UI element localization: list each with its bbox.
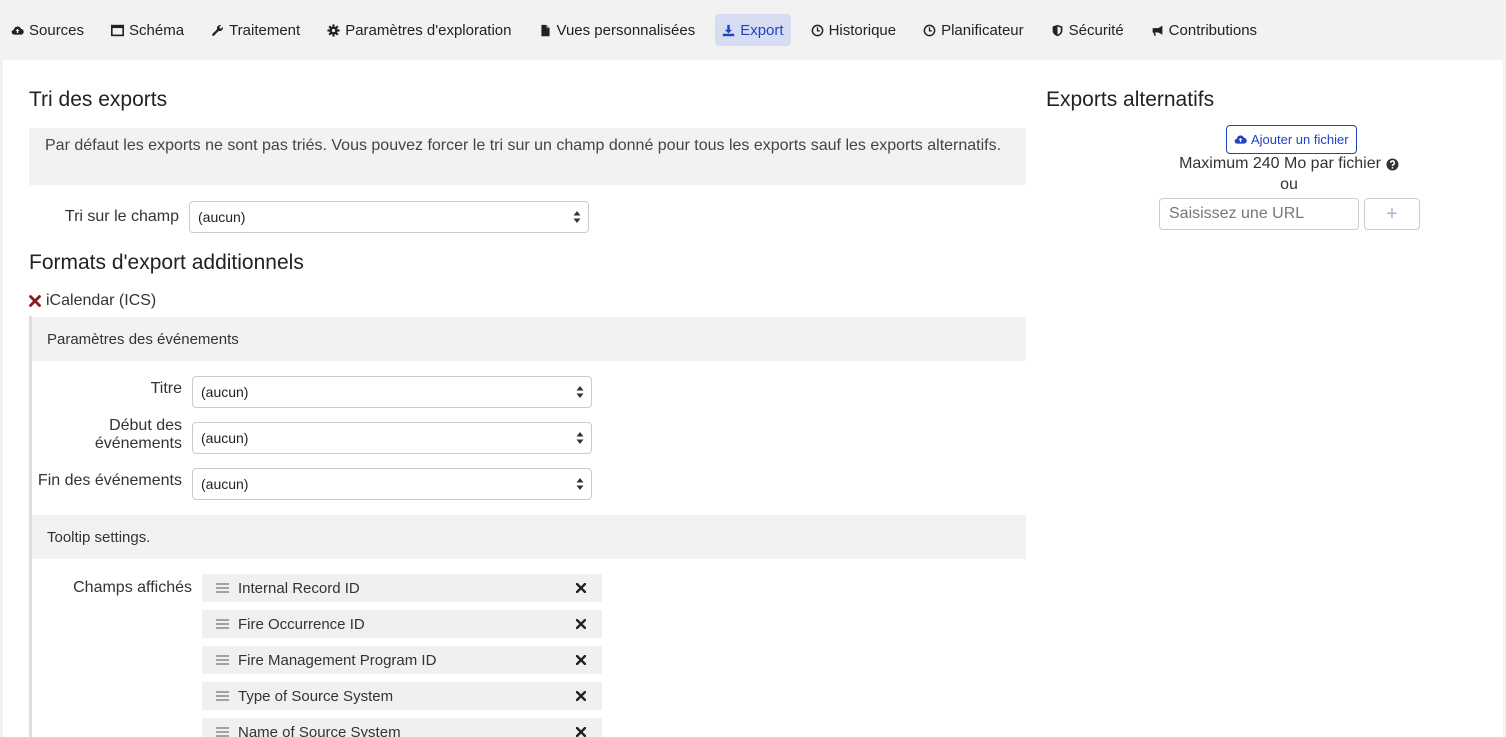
tab-label: Sources <box>29 21 85 39</box>
displayed-field-chip[interactable]: Fire Occurrence ID <box>202 610 602 638</box>
max-size-line: Maximum 240 Mo par fichier <box>1046 155 1503 173</box>
remove-format-icon[interactable] <box>29 295 41 307</box>
events-settings-header: Paramètres des événements <box>32 317 1026 361</box>
tab-sources[interactable]: Sources <box>4 14 91 46</box>
event-end-row: Fin des événements (aucun) <box>32 468 592 500</box>
event-end-select[interactable]: (aucun) <box>192 468 592 500</box>
title-field-row: Titre (aucun) <box>32 376 592 408</box>
select-value: (aucun) <box>201 384 249 400</box>
remove-field-icon[interactable] <box>576 691 586 701</box>
event-start-row: Début des événements (aucun) <box>32 417 592 454</box>
tab-label: Schéma <box>129 21 185 39</box>
event-start-label: Début des événements <box>94 417 182 452</box>
format-item: iCalendar (ICS) <box>29 292 156 310</box>
sort-field-select[interactable]: (aucun) <box>189 201 589 233</box>
sort-info-box: Par défaut les exports ne sont pas triés… <box>29 128 1026 185</box>
tab-label: Traitement <box>229 21 301 39</box>
tab-label: Contributions <box>1168 21 1258 39</box>
chip-label: Fire Management Program ID <box>238 651 437 669</box>
tab-label: Export <box>740 21 784 39</box>
shield-icon <box>1052 24 1063 36</box>
clock-icon <box>923 24 936 36</box>
tab-contributions[interactable]: Contributions <box>1144 14 1264 46</box>
displayed-field-chip[interactable]: Internal Record ID <box>202 574 602 602</box>
file-icon <box>540 24 550 36</box>
select-arrows-icon <box>576 432 584 444</box>
displayed-field-chip[interactable]: Type of Source System <box>202 682 602 710</box>
add-url-button[interactable]: + <box>1364 198 1420 230</box>
window-icon <box>111 24 125 36</box>
tab-vues-personnalisees[interactable]: Vues personnalisées <box>532 14 703 46</box>
event-start-select[interactable]: (aucun) <box>192 422 592 454</box>
tab-traitement[interactable]: Traitement <box>204 14 307 46</box>
tab-historique[interactable]: Historique <box>804 14 904 46</box>
or-text: ou <box>1280 176 1298 193</box>
title-field-select[interactable]: (aucun) <box>192 376 592 408</box>
add-file-label: Ajouter un fichier <box>1251 132 1349 147</box>
select-arrows-icon <box>576 386 584 398</box>
main-panel: Tri des exports Par défaut les exports n… <box>3 60 1503 737</box>
chip-label: Type of Source System <box>238 687 394 705</box>
drag-handle-icon[interactable] <box>216 691 229 701</box>
chip-label: Internal Record ID <box>238 579 360 597</box>
displayed-field-chip[interactable]: Fire Management Program ID <box>202 646 602 674</box>
cloud-upload-icon <box>1234 135 1247 144</box>
formats-title: Formats d'export additionnels <box>29 251 304 274</box>
remove-field-icon[interactable] <box>576 655 586 665</box>
tooltip-settings-header: Tooltip settings. <box>32 515 1026 559</box>
ics-settings: Paramètres des événements Titre (aucun) … <box>29 316 1026 737</box>
event-end-label: Fin des événements <box>37 472 182 489</box>
cloud-upload-icon <box>11 25 24 35</box>
tab-export[interactable]: Export <box>715 14 791 46</box>
displayed-fields-label: Champs affichés <box>73 579 192 596</box>
title-field-label: Titre <box>150 380 182 397</box>
gear-icon <box>327 23 340 37</box>
tab-planificateur[interactable]: Planificateur <box>916 14 1031 46</box>
tab-securite[interactable]: Sécurité <box>1044 14 1131 46</box>
wrench-icon <box>212 24 223 36</box>
remove-field-icon[interactable] <box>576 583 586 593</box>
tab-label: Historique <box>828 21 897 39</box>
tab-parametres-exploration[interactable]: Paramètres d'exploration <box>320 14 518 46</box>
sort-field-label: Tri sur le champ <box>64 208 179 225</box>
url-input[interactable] <box>1159 198 1359 230</box>
chip-label: Name of Source System <box>238 723 401 737</box>
format-name: iCalendar (ICS) <box>46 292 157 309</box>
help-icon[interactable] <box>1386 157 1399 171</box>
tab-label: Paramètres d'exploration <box>345 21 512 39</box>
select-arrows-icon <box>573 211 581 223</box>
select-value: (aucun) <box>201 430 249 446</box>
sort-field-row: Tri sur le champ (aucun) <box>29 201 589 233</box>
tab-label: Vues personnalisées <box>556 21 696 39</box>
select-arrows-icon <box>576 478 584 490</box>
chip-label: Fire Occurrence ID <box>238 615 365 633</box>
sort-title: Tri des exports <box>29 88 168 111</box>
top-nav: Sources Schéma Traitement Paramètres d'e… <box>0 0 1506 60</box>
drag-handle-icon[interactable] <box>216 727 229 737</box>
select-value: (aucun) <box>198 209 246 225</box>
bullhorn-icon <box>1152 25 1163 36</box>
max-size-text: Maximum 240 Mo par fichier <box>1179 155 1381 172</box>
remove-field-icon[interactable] <box>576 727 586 737</box>
clock-icon <box>811 24 823 36</box>
drag-handle-icon[interactable] <box>216 583 229 593</box>
alt-exports-title: Exports alternatifs <box>1046 88 1215 111</box>
select-value: (aucun) <box>201 476 249 492</box>
displayed-field-chip[interactable]: Name of Source System <box>202 718 602 737</box>
tab-label: Sécurité <box>1068 21 1124 39</box>
tab-schema[interactable]: Schéma <box>104 14 191 46</box>
remove-field-icon[interactable] <box>576 619 586 629</box>
tab-label: Planificateur <box>941 21 1024 39</box>
add-file-button[interactable]: Ajouter un fichier <box>1226 125 1357 154</box>
drag-handle-icon[interactable] <box>216 619 229 629</box>
drag-handle-icon[interactable] <box>216 655 229 665</box>
download-icon <box>723 24 735 36</box>
